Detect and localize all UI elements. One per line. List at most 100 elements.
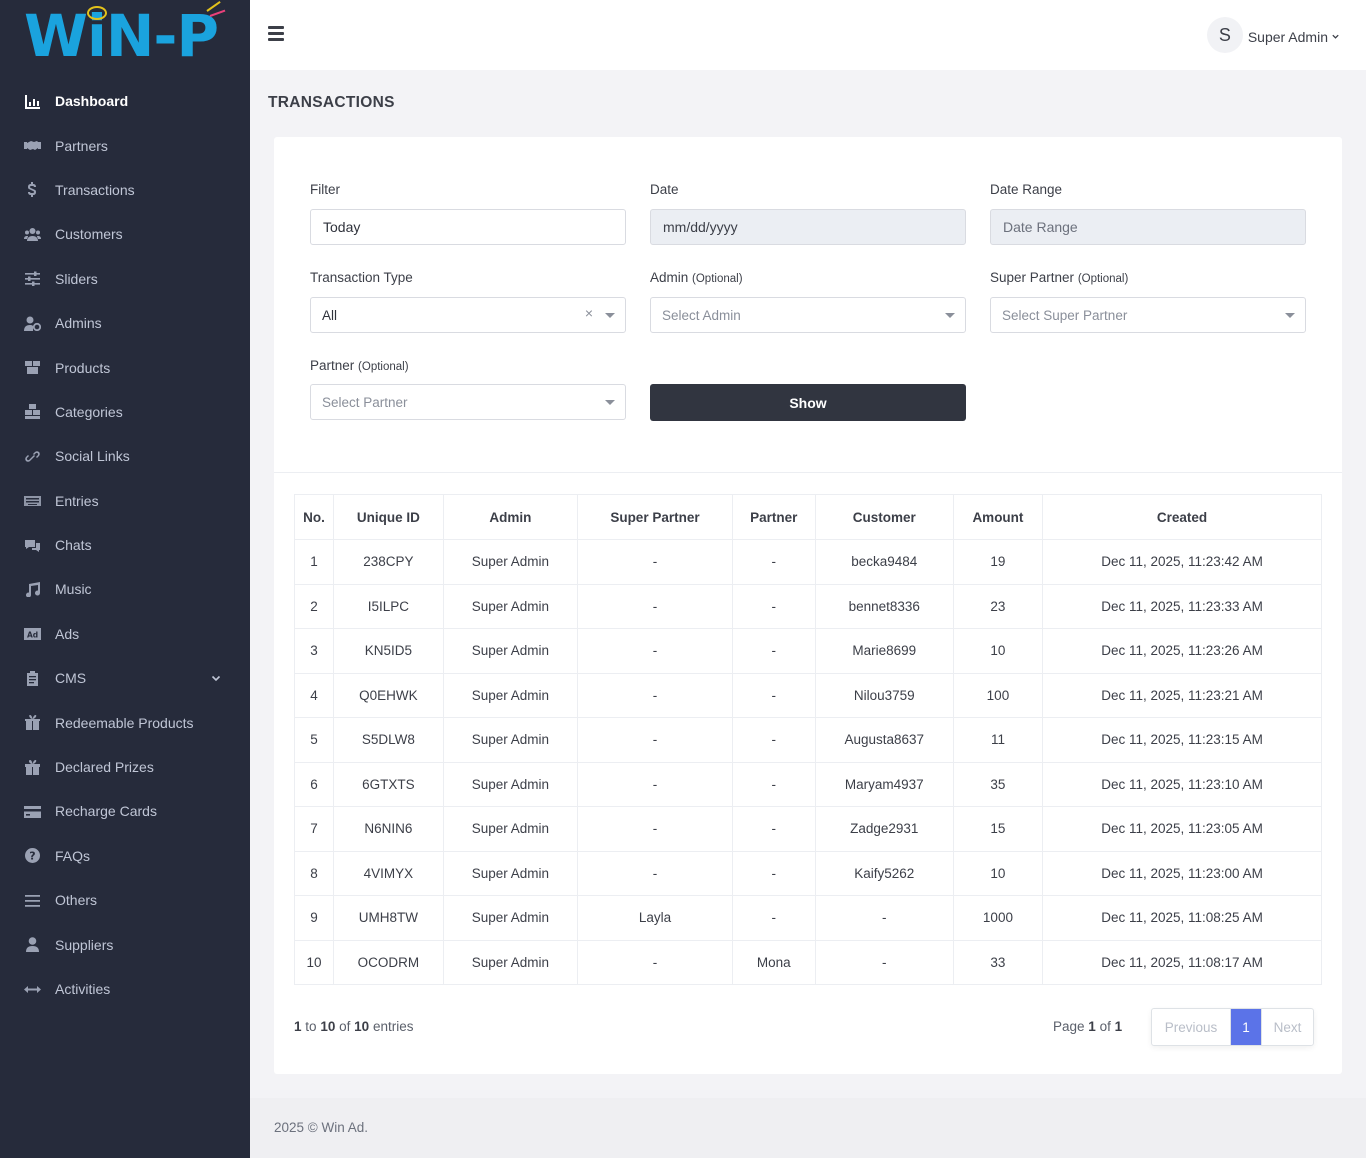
filter-input[interactable]: Today [310, 209, 626, 245]
table-cell: 3 [293, 628, 335, 674]
table-cell: Nilou3759 [814, 672, 954, 718]
column-header[interactable]: No. [293, 494, 335, 540]
sidebar-item-label: Entries [55, 492, 99, 509]
topbar: S Super Admin [250, 0, 1366, 70]
table-cell: 33 [952, 939, 1044, 985]
table-cell: 7 [293, 806, 335, 852]
show-button[interactable]: Show [650, 384, 966, 421]
table-cell: 19 [952, 539, 1044, 585]
table-cell: Q0EHWK [333, 672, 444, 718]
previous-button[interactable]: Previous [1152, 1009, 1231, 1045]
sidebar-item-sliders[interactable]: Sliders [0, 257, 250, 301]
list-icon [22, 892, 42, 908]
table-cell: Dec 11, 2025, 11:23:42 AM [1042, 539, 1322, 585]
partner-select[interactable]: Select Partner [310, 384, 626, 420]
sidebar-item-categories[interactable]: Categories [0, 390, 250, 434]
column-header[interactable]: Unique ID [333, 494, 444, 540]
sidebar-item-customers[interactable]: Customers [0, 212, 250, 256]
column-header[interactable]: Admin [442, 494, 579, 540]
clear-icon[interactable]: × [585, 305, 593, 321]
table-row: 3 KN5ID5 Super Admin - - Marie8699 10 Dec 11, 2… [293, 628, 1322, 674]
bar-chart-icon [22, 93, 42, 109]
table-cell: 4 [293, 672, 335, 718]
sidebar-item-suppliers[interactable]: Suppliers [0, 922, 250, 966]
sidebar-item-redeemable-products[interactable]: Redeemable Products [0, 700, 250, 744]
super-partner-select[interactable]: Select Super Partner [990, 297, 1306, 333]
user-menu[interactable]: S Super Admin [1206, 17, 1340, 53]
table-cell: - [577, 583, 733, 629]
table-cell: bennet8336 [814, 583, 954, 629]
table-cell: 10 [293, 939, 335, 985]
clipboard-icon [22, 670, 42, 686]
table-cell: - [731, 583, 816, 629]
column-header[interactable]: Customer [814, 494, 954, 540]
sidebar-item-social-links[interactable]: Social Links [0, 434, 250, 478]
column-header[interactable]: Super Partner [577, 494, 733, 540]
table-cell: Super Admin [442, 895, 579, 941]
sidebar-item-faqs[interactable]: ? FAQs [0, 834, 250, 878]
date-input[interactable]: mm/dd/yyyy [650, 209, 966, 245]
sidebar-item-chats[interactable]: Chats [0, 523, 250, 567]
table-cell: - [577, 850, 733, 896]
table-row: 2 I5ILPC Super Admin - - bennet8336 23 Dec 11, … [293, 583, 1322, 629]
logo-ball-icon [87, 6, 107, 20]
sidebar-item-activities[interactable]: Activities [0, 967, 250, 1011]
next-button[interactable]: Next [1261, 1009, 1313, 1045]
table-cell: OCODRM [333, 939, 444, 985]
table-cell: Dec 11, 2025, 11:23:10 AM [1042, 761, 1322, 807]
filter-label: Filter [310, 182, 340, 197]
transaction-type-select[interactable]: All × [310, 297, 626, 333]
menu-toggle-icon[interactable] [268, 26, 284, 42]
table-row: 9 UMH8TW Super Admin Layla - -1000 Dec 11, 202… [293, 895, 1322, 941]
sidebar-item-label: Declared Prizes [55, 759, 154, 776]
sidebar-item-entries[interactable]: Entries [0, 479, 250, 523]
sidebar-item-cms[interactable]: CMS [0, 656, 250, 700]
page-word: Page [1053, 1019, 1085, 1034]
page-of: of [1099, 1019, 1111, 1034]
credit-card-icon [22, 803, 42, 819]
table-body: 1 238CPY Super Admin - - becka9484 19 Dec 11, 2… [293, 539, 1322, 985]
sidebar-item-label: Transactions [55, 181, 135, 198]
super-partner-placeholder: Select Super Partner [1002, 307, 1128, 323]
sidebar-item-admins[interactable]: Admins [0, 301, 250, 345]
page-title: TRANSACTIONS [268, 94, 395, 111]
sidebar-item-music[interactable]: Music [0, 567, 250, 611]
super-partner-label-text: Super Partner [990, 270, 1075, 285]
table-row: 10 OCODRM Super Admin - Mona -33 Dec 11, 2025,… [293, 939, 1322, 985]
sidebar-item-ads[interactable]: Ad Ads [0, 612, 250, 656]
table-row: 5 S5DLW8 Super Admin - - Augusta8637 11 Dec 11,… [293, 717, 1322, 763]
question-circle-icon: ? [22, 848, 42, 864]
table-cell: Kaify5262 [814, 850, 954, 896]
table-cell: Dec 11, 2025, 11:23:00 AM [1042, 850, 1322, 896]
sidebar-item-dashboard[interactable]: Dashboard [0, 79, 250, 123]
entries-total: 10 [354, 1019, 370, 1034]
table-cell: 100 [952, 672, 1044, 718]
table-cell: Dec 11, 2025, 11:08:25 AM [1042, 895, 1322, 941]
page-button-1[interactable]: 1 [1231, 1009, 1261, 1045]
date-range-input[interactable]: Date Range [990, 209, 1306, 245]
sidebar-item-declared-prizes[interactable]: Declared Prizes [0, 745, 250, 789]
logo-text: WiN-P [24, 2, 219, 70]
sidebar-item-products[interactable]: Products [0, 345, 250, 389]
table-cell: - [731, 717, 816, 763]
column-header[interactable]: Partner [731, 494, 816, 540]
brand-logo[interactable]: WiN-P [24, 1, 229, 70]
table-cell: - [577, 539, 733, 585]
sidebar-item-others[interactable]: Others [0, 878, 250, 922]
table-cell: 8 [293, 850, 335, 896]
sidebar-item-recharge-cards[interactable]: Recharge Cards [0, 789, 250, 833]
sidebar-item-label: Categories [55, 403, 123, 420]
column-header[interactable]: Amount [952, 494, 1044, 540]
sidebar-item-partners[interactable]: Partners [0, 123, 250, 167]
column-header[interactable]: Created [1042, 494, 1322, 540]
table-cell: - [577, 672, 733, 718]
divider [274, 472, 1342, 473]
link-icon [22, 448, 42, 464]
admin-select[interactable]: Select Admin [650, 297, 966, 333]
table-cell: Super Admin [442, 850, 579, 896]
table-cell: I5ILPC [333, 583, 444, 629]
table-cell: Super Admin [442, 761, 579, 807]
sidebar-item-transactions[interactable]: Transactions [0, 168, 250, 212]
user-cog-icon [22, 315, 42, 331]
table-cell: - [731, 539, 816, 585]
